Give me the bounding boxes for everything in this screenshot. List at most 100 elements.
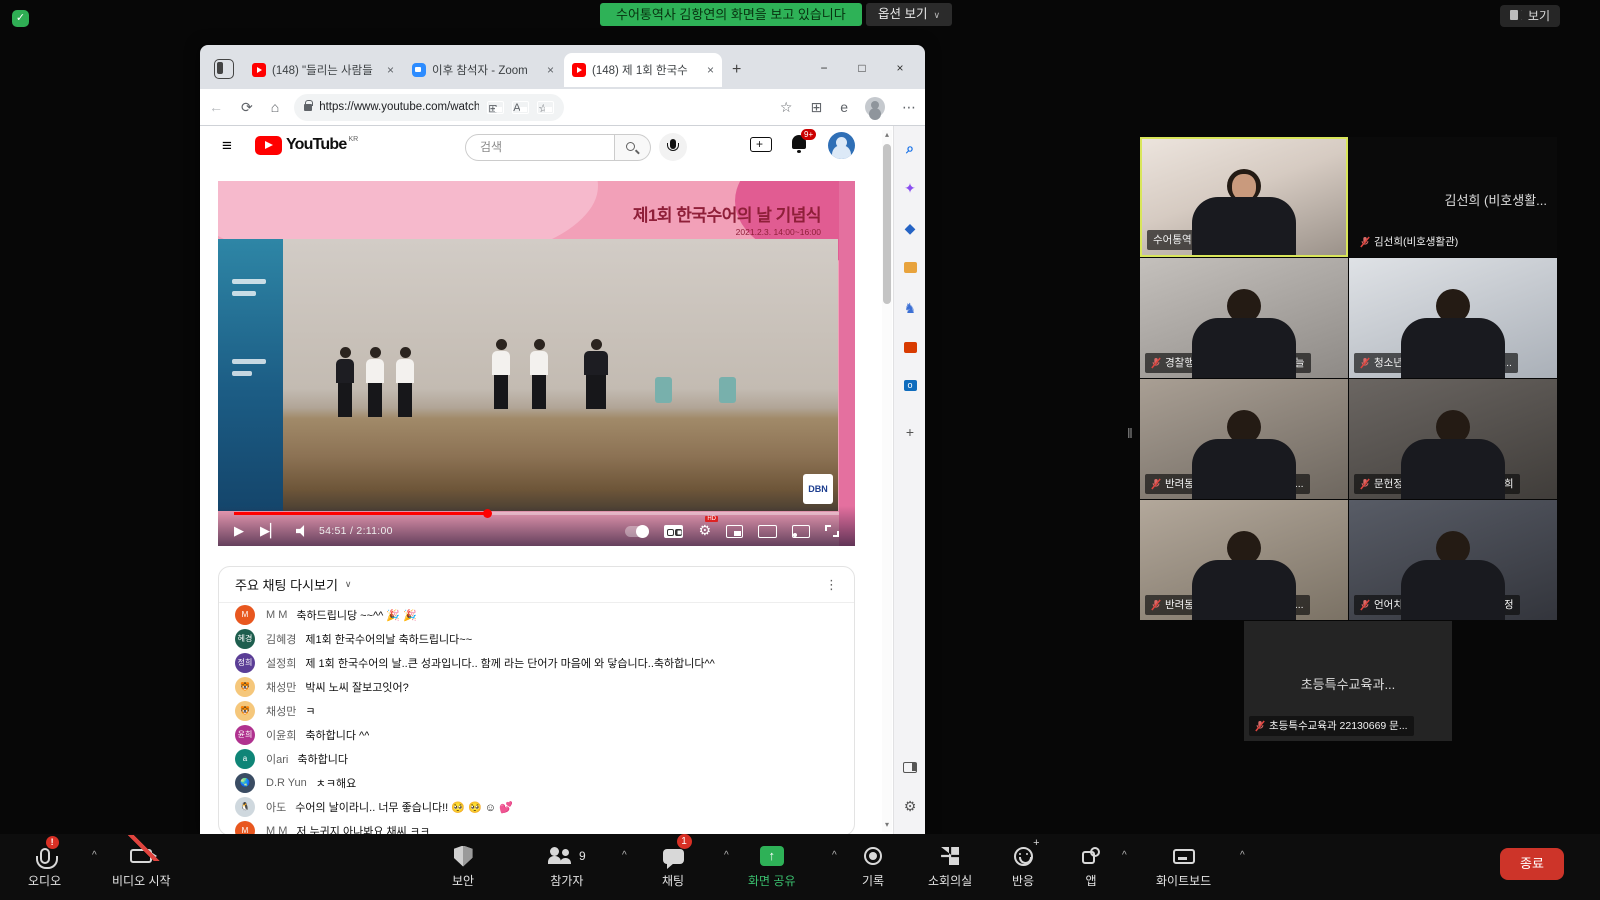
muted-mic-icon: [1151, 599, 1161, 611]
security-shield-icon[interactable]: ✓: [12, 10, 29, 27]
yt-search-input[interactable]: 검색: [465, 134, 615, 161]
sidebar-outlook-icon[interactable]: o: [894, 380, 925, 391]
sidebar-copilot-icon[interactable]: ✦: [894, 180, 925, 197]
apps-caret[interactable]: ^: [1122, 850, 1127, 861]
autoplay-toggle[interactable]: [625, 526, 649, 537]
home-icon[interactable]: ⌂: [271, 99, 279, 115]
cast-icon[interactable]: [792, 525, 810, 538]
breakout-rooms-button[interactable]: 소회의실: [928, 842, 972, 889]
sidebar-office-icon[interactable]: [894, 340, 925, 356]
reactions-button[interactable]: + 반응: [1012, 842, 1034, 889]
chat-menu-icon[interactable]: ⋮: [825, 577, 838, 593]
audio-button[interactable]: ! 오디오: [28, 842, 61, 889]
extension-icon[interactable]: e: [840, 99, 848, 115]
sidebar-tools-icon[interactable]: [894, 260, 925, 276]
chat-caret[interactable]: ^: [724, 850, 729, 861]
sidebar-games-icon[interactable]: ♞: [894, 300, 925, 317]
participants-button[interactable]: 9 참가자: [548, 842, 586, 889]
yt-search-button[interactable]: [615, 134, 651, 161]
tab-actions-icon[interactable]: [214, 59, 234, 79]
sidebar-shopping-icon[interactable]: ◆: [894, 220, 925, 237]
refresh-icon[interactable]: ⟳: [241, 99, 253, 116]
participant-tile-active-speaker[interactable]: 수어통역사 김항연: [1140, 137, 1348, 257]
browser-profile-avatar[interactable]: [865, 97, 885, 117]
address-bar[interactable]: https://www.youtube.com/watch?a... ⊞ A ☆: [294, 94, 564, 121]
tab-close-icon[interactable]: ×: [387, 63, 394, 77]
whiteboard-button[interactable]: 화이트보드: [1156, 842, 1211, 889]
tab-youtube-1[interactable]: (148) "들리는 사람들 ×: [244, 53, 402, 87]
participant-tile[interactable]: 반려동물산업학과 22216541 ...: [1140, 500, 1348, 620]
record-button[interactable]: 기록: [862, 842, 884, 889]
participant-tile[interactable]: 반려동물산업학과 22216554 ...: [1140, 379, 1348, 499]
view-options-button[interactable]: 옵션 보기∨: [866, 3, 952, 26]
maximize-button[interactable]: □: [843, 53, 881, 83]
sidebar-settings-icon[interactable]: ⚙: [894, 798, 925, 815]
tab-zoom[interactable]: 이후 참석자 - Zoom ×: [404, 53, 562, 87]
video-player[interactable]: 제1회 한국수어의 날 기념식 2021.2.3. 14:00~16:00 DB…: [218, 181, 855, 546]
tab-close-icon[interactable]: ×: [707, 63, 714, 77]
tab-close-icon[interactable]: ×: [547, 63, 554, 77]
miniplayer-icon[interactable]: [726, 525, 743, 538]
panel-drag-handle[interactable]: ‖: [1127, 425, 1134, 441]
favorite-star-icon[interactable]: ☆: [537, 101, 554, 114]
gallery-view-button[interactable]: 보기: [1500, 5, 1560, 27]
new-tab-button[interactable]: +: [732, 61, 741, 79]
participants-caret[interactable]: ^: [622, 850, 627, 861]
tab-youtube-active[interactable]: (148) 제 1회 한국수 ×: [564, 53, 722, 87]
participant-tile[interactable]: 언어치료학과 22133417 김유정: [1349, 500, 1557, 620]
close-button[interactable]: ×: [881, 53, 919, 83]
audio-options-caret[interactable]: ^: [92, 850, 97, 861]
dbn-logo: DBN: [803, 474, 833, 504]
minimize-button[interactable]: −: [805, 53, 843, 83]
tab-title: 이후 참석자 - Zoom: [432, 62, 543, 78]
apps-icon: [1082, 847, 1100, 865]
chat-replay-panel: 주요 채팅 다시보기 ∨ ⋮ M M M 축하드립니당 ~~^^ 🎉 🎉 혜경 …: [218, 566, 855, 835]
back-icon[interactable]: ←: [209, 99, 223, 115]
sidebar-panel-icon[interactable]: [894, 760, 925, 776]
yt-create-icon[interactable]: [750, 137, 772, 152]
read-aloud-icon[interactable]: A: [512, 101, 529, 114]
share-screen-button[interactable]: ↑ 화면 공유: [748, 842, 796, 889]
next-button[interactable]: ▶▏: [260, 523, 280, 539]
scroll-up-icon[interactable]: ▴: [882, 130, 892, 139]
yt-profile-avatar[interactable]: [828, 132, 855, 159]
chat-replay-title[interactable]: 주요 채팅 다시보기: [235, 575, 338, 594]
participant-tile[interactable]: 김선희 (비호생활... 김선희(비호생활관): [1349, 137, 1557, 257]
yt-voice-search-button[interactable]: [659, 133, 687, 161]
split-screen-icon[interactable]: ⊞: [487, 101, 504, 114]
theater-mode-icon[interactable]: [758, 525, 777, 538]
volume-icon[interactable]: [296, 525, 309, 537]
breakout-grid-icon: [941, 847, 959, 865]
favorites-bar-icon[interactable]: ☆: [780, 99, 793, 116]
page-scrollbar-thumb[interactable]: [883, 144, 891, 304]
play-button[interactable]: ▶: [234, 523, 244, 539]
sidebar-search-icon[interactable]: ⌕: [894, 140, 925, 157]
chat-author: 김혜경: [266, 631, 296, 647]
captions-icon[interactable]: [664, 525, 683, 538]
start-video-button[interactable]: 비디오 시작: [112, 842, 171, 889]
security-button[interactable]: 보안: [452, 842, 474, 889]
youtube-page: ≡ YouTube KR 검색 9+ 제1회 한국수어의 날 기념식 2021.…: [200, 125, 925, 835]
chevron-down-icon[interactable]: ∨: [345, 579, 352, 590]
participant-tile[interactable]: 초등특수교육과... 초등특수교육과 22130669 문...: [1244, 621, 1452, 741]
participant-name: 수어통역사 김항연: [1153, 232, 1233, 247]
yt-logo[interactable]: YouTube KR: [255, 136, 358, 155]
fullscreen-icon[interactable]: [825, 525, 839, 537]
player-controls: ▶ ▶▏ 54:51 / 2:11:00 ⚙HD: [218, 506, 855, 546]
end-meeting-button[interactable]: 종료: [1500, 848, 1564, 880]
collections-icon[interactable]: ⊞: [810, 99, 822, 116]
participant-tile[interactable]: 경찰행정학과 22082445 박하늘: [1140, 258, 1348, 378]
apps-button[interactable]: 앱: [1082, 842, 1100, 889]
whiteboard-caret[interactable]: ^: [1240, 850, 1245, 861]
scroll-down-icon[interactable]: ▾: [882, 820, 892, 829]
settings-gear-icon[interactable]: ⚙HD: [698, 522, 711, 540]
chat-button[interactable]: 1 채팅: [662, 842, 684, 889]
participant-tile[interactable]: 문헌정보학과 22214051 황주희: [1349, 379, 1557, 499]
chevron-down-icon: ∨: [933, 10, 940, 20]
browser-menu-icon[interactable]: ⋯: [902, 99, 916, 116]
participant-tile[interactable]: 청소년상담복지학과 2211183...: [1349, 258, 1557, 378]
sidebar-add-icon[interactable]: +: [894, 424, 925, 440]
share-caret[interactable]: ^: [832, 850, 837, 861]
yt-hamburger-icon[interactable]: ≡: [222, 136, 232, 156]
progress-bar[interactable]: [234, 512, 839, 515]
